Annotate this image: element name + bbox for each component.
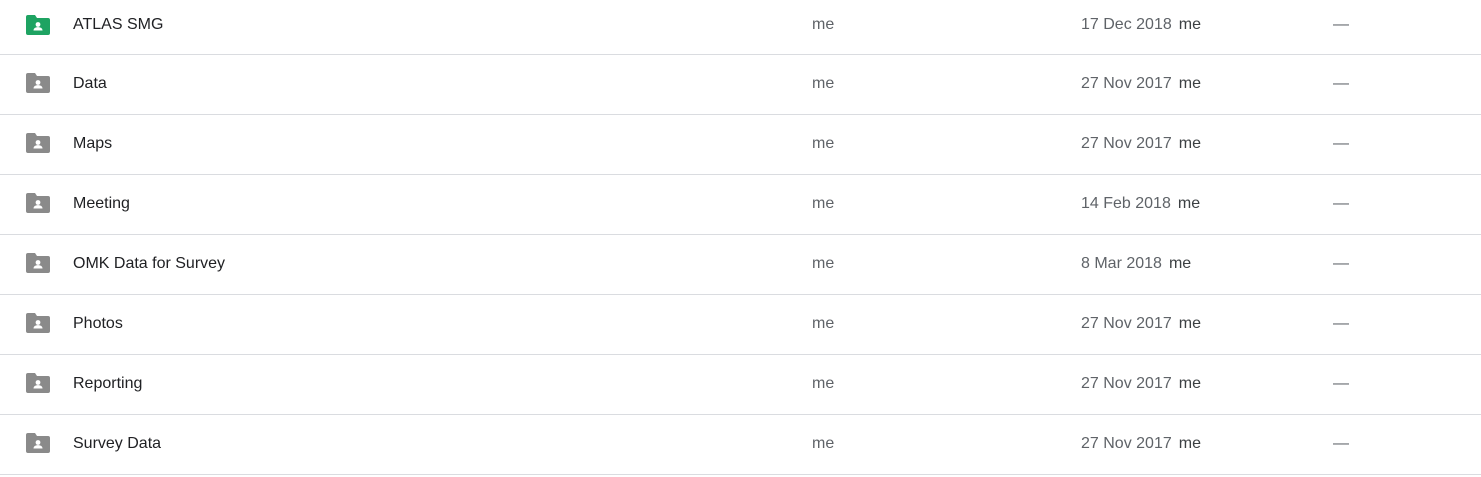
file-owner: me — [812, 375, 835, 392]
modified-by: me — [1177, 195, 1201, 212]
file-size: — — [1333, 135, 1349, 152]
file-size: — — [1333, 255, 1349, 272]
modified-by: me — [1178, 375, 1201, 392]
file-row[interactable]: Survey Data me 27 Nov 2017 me — — [0, 415, 1481, 475]
file-name[interactable]: Survey Data — [73, 434, 161, 454]
file-list: ATLAS SMG me 17 Dec 2018 me — Data me 27 … — [0, 0, 1481, 475]
modified-date: 27 Nov 2017 — [1081, 435, 1172, 452]
file-name[interactable]: Photos — [73, 314, 123, 334]
file-modified: 17 Dec 2018 me — [1081, 15, 1201, 35]
file-modified: 27 Nov 2017 me — [1081, 374, 1201, 394]
modified-by: me — [1178, 135, 1201, 152]
file-modified: 14 Feb 2018 me — [1081, 194, 1200, 214]
file-modified: 27 Nov 2017 me — [1081, 74, 1201, 94]
file-owner: me — [812, 255, 835, 272]
file-size: — — [1333, 315, 1349, 332]
file-row[interactable]: ATLAS SMG me 17 Dec 2018 me — — [0, 0, 1481, 55]
modified-date: 27 Nov 2017 — [1081, 75, 1172, 92]
file-owner: me — [812, 16, 835, 33]
file-modified: 8 Mar 2018 me — [1081, 254, 1191, 274]
file-row[interactable]: Reporting me 27 Nov 2017 me — — [0, 355, 1481, 415]
modified-date: 14 Feb 2018 — [1081, 195, 1171, 212]
file-owner: me — [812, 135, 835, 152]
file-modified: 27 Nov 2017 me — [1081, 434, 1201, 454]
file-row[interactable]: Photos me 27 Nov 2017 me — — [0, 295, 1481, 355]
file-modified: 27 Nov 2017 me — [1081, 134, 1201, 154]
file-name[interactable]: Meeting — [73, 194, 130, 214]
shared-folder-icon — [26, 373, 50, 393]
shared-folder-icon — [26, 193, 50, 213]
file-name[interactable]: Reporting — [73, 374, 142, 394]
modified-by: me — [1178, 75, 1201, 92]
file-row[interactable]: Maps me 27 Nov 2017 me — — [0, 115, 1481, 175]
file-name[interactable]: Maps — [73, 134, 112, 154]
shared-folder-icon — [26, 253, 50, 273]
file-size: — — [1333, 75, 1349, 92]
file-owner: me — [812, 75, 835, 92]
file-name[interactable]: OMK Data for Survey — [73, 254, 225, 274]
shared-folder-icon — [26, 73, 50, 93]
modified-by: me — [1178, 315, 1201, 332]
file-owner: me — [812, 195, 835, 212]
file-row[interactable]: Data me 27 Nov 2017 me — — [0, 55, 1481, 115]
modified-by: me — [1168, 255, 1192, 272]
modified-date: 27 Nov 2017 — [1081, 315, 1172, 332]
modified-by: me — [1178, 16, 1201, 33]
file-name[interactable]: Data — [73, 74, 107, 94]
shared-folder-icon — [26, 15, 50, 35]
file-owner: me — [812, 315, 835, 332]
modified-date: 17 Dec 2018 — [1081, 16, 1172, 33]
file-size: — — [1333, 16, 1349, 33]
file-name[interactable]: ATLAS SMG — [73, 15, 163, 35]
modified-by: me — [1178, 435, 1201, 452]
shared-folder-icon — [26, 433, 50, 453]
file-owner: me — [812, 435, 835, 452]
modified-date: 8 Mar 2018 — [1081, 255, 1162, 272]
shared-folder-icon — [26, 313, 50, 333]
modified-date: 27 Nov 2017 — [1081, 135, 1172, 152]
file-size: — — [1333, 195, 1349, 212]
file-size: — — [1333, 435, 1349, 452]
file-row[interactable]: OMK Data for Survey me 8 Mar 2018 me — — [0, 235, 1481, 295]
file-size: — — [1333, 375, 1349, 392]
file-modified: 27 Nov 2017 me — [1081, 314, 1201, 334]
file-row[interactable]: Meeting me 14 Feb 2018 me — — [0, 175, 1481, 235]
modified-date: 27 Nov 2017 — [1081, 375, 1172, 392]
shared-folder-icon — [26, 133, 50, 153]
